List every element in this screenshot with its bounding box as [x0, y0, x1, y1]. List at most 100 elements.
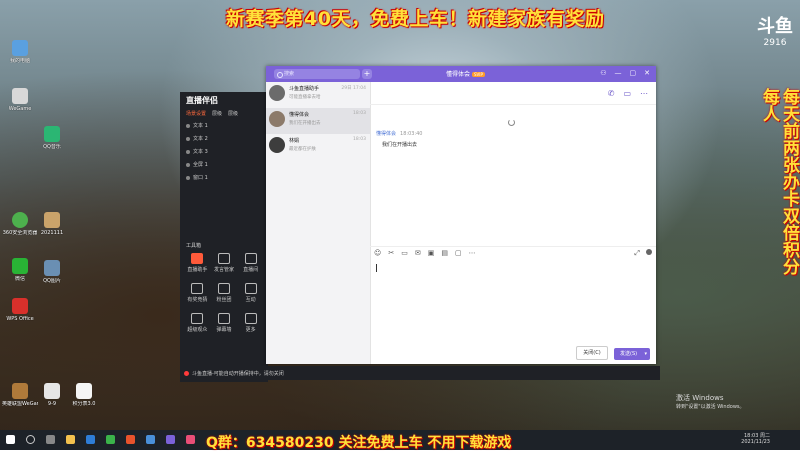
tool-item[interactable]: 粉丝团 — [211, 283, 238, 303]
app-icon[interactable] — [186, 435, 195, 444]
more-tools-icon[interactable]: ⋯ — [469, 249, 476, 257]
toolbox-title: 工具箱 — [186, 243, 202, 249]
qq-chat-window: 搜索 + 懂得体会 SVIP ⚇ — ▢ ✕ 斗鱼直播助手 可能直播拿去哈 29日 … — [266, 66, 656, 364]
tool-item[interactable]: 超级观众 — [184, 313, 211, 333]
message-text: 我们在开播出去 — [382, 142, 418, 148]
file-icon[interactable]: ▭ — [401, 249, 408, 257]
desktop-icon[interactable]: WPS Office — [2, 298, 38, 322]
tab-scene[interactable]: 场景设置 — [186, 110, 206, 117]
mail-icon[interactable]: ✉ — [415, 249, 421, 257]
tool-item[interactable]: 发言管家 — [211, 253, 238, 273]
conversation-item[interactable]: 斗鱼直播助手 可能直播拿去哈 29日 17:04 — [266, 82, 370, 108]
app-icon[interactable] — [106, 435, 115, 444]
history-icon[interactable]: ▤ — [441, 249, 448, 257]
add-button[interactable]: + — [362, 69, 372, 79]
chat-title: 懂得体会 SVIP — [446, 71, 485, 78]
tool-item[interactable]: 互动 — [237, 283, 264, 303]
tool-item[interactable]: 弹幕墙 — [211, 313, 238, 333]
desktop-icon[interactable]: 9-9 — [34, 383, 70, 407]
video-icon[interactable]: ▭ — [623, 89, 631, 98]
screenshot-icon[interactable]: ✂ — [388, 249, 394, 257]
file-explorer-icon[interactable] — [66, 435, 75, 444]
screen-icon[interactable]: ▢ — [455, 249, 462, 257]
message-input[interactable] — [376, 264, 377, 272]
message-sender: 懂得体会 — [376, 131, 397, 137]
tool-item[interactable]: 直播间 — [237, 253, 264, 273]
desktop-icon[interactable]: QQ音乐 — [34, 126, 70, 150]
tab-layer-2[interactable]: 层级 — [228, 110, 238, 117]
app-icon[interactable] — [126, 435, 135, 444]
more-icon[interactable]: ⋯ — [640, 89, 648, 98]
system-clock[interactable]: 18:03 周二 2021/11/23 — [741, 433, 770, 445]
room-number: 2916 — [763, 38, 787, 48]
layer-item[interactable]: 全屏 1 — [180, 158, 268, 171]
conversation-item[interactable]: 懂得体会 我们在开播出去 18:03 — [266, 108, 370, 134]
app-icon[interactable] — [146, 435, 155, 444]
chat-pane: ✆ ▭ ⋯ 懂得体会 18:03:40 我们在开播出去 ☺ ✂ ▭ ✉ ▣ ▤ ▢… — [370, 82, 656, 364]
eye-icon[interactable] — [186, 136, 190, 141]
desktop-icon[interactable]: 微信 — [2, 258, 38, 282]
record-icon[interactable] — [646, 249, 652, 255]
chevron-down-icon[interactable]: ▾ — [644, 348, 647, 360]
conversation-item[interactable]: 林娟 最近都在护肤 18:03 — [266, 134, 370, 160]
desktop-icon[interactable]: 积分表3.0 — [66, 383, 102, 407]
send-button[interactable]: 发送(S) ▾ — [614, 348, 650, 360]
live-indicator-icon — [184, 370, 189, 376]
desktop-icon[interactable]: 360安全浏览器 — [2, 212, 38, 236]
task-view-icon[interactable] — [46, 435, 55, 444]
qq-titlebar: 搜索 + 懂得体会 SVIP ⚇ — ▢ ✕ — [266, 66, 656, 82]
tool-item[interactable]: 更多 — [237, 313, 264, 333]
layer-item[interactable]: 文本 1 — [180, 119, 268, 132]
tool-item[interactable]: 直播助手 — [184, 253, 211, 273]
avatar — [269, 137, 285, 153]
windows-activation-watermark: 激活 Windows 转到"设置"以激活 Windows。 — [676, 394, 745, 410]
close-button[interactable]: ✕ — [644, 69, 650, 77]
layer-item[interactable]: 窗口 1 — [180, 171, 268, 184]
maximize-button[interactable]: ▢ — [630, 69, 637, 77]
tab-layer[interactable]: 层级 — [212, 110, 222, 117]
chat-message: 懂得体会 18:03:40 我们在开播出去 — [376, 130, 422, 148]
eye-icon[interactable] — [186, 123, 190, 128]
phone-icon[interactable]: ✆ — [608, 89, 615, 98]
search-input[interactable]: 搜索 — [274, 69, 360, 79]
live-status-bar: 斗鱼直播-可能自动开播保持中，请勿关闭 — [180, 366, 660, 380]
layer-item[interactable]: 文本 2 — [180, 132, 268, 145]
bottom-promo-banner: Q群：634580230 关注免费上车 不用下载游戏 — [206, 435, 512, 451]
desktop-icon[interactable]: WeGame — [2, 88, 38, 112]
expand-icon[interactable]: ⤢ — [634, 249, 640, 258]
minimize-button[interactable]: — — [615, 69, 622, 77]
close-chat-button[interactable]: 关闭(C) — [576, 346, 608, 360]
pin-icon[interactable]: ⚇ — [600, 69, 606, 77]
emoji-icon[interactable]: ☺ — [374, 249, 381, 257]
desktop-icon[interactable]: 2021111 — [34, 212, 70, 236]
desktop-icon[interactable]: QQ图片 — [34, 260, 70, 284]
input-toolbar: ☺ ✂ ▭ ✉ ▣ ▤ ▢ ⋯ ⤢ — [370, 246, 656, 258]
avatar — [269, 111, 285, 127]
eye-icon[interactable] — [186, 175, 190, 180]
layer-item[interactable]: 文本 3 — [180, 145, 268, 158]
douyu-logo: 斗鱼 2916 — [756, 12, 794, 58]
start-icon[interactable] — [6, 435, 15, 444]
top-promo-banner: 新赛季第40天，免费上车！新建家族有奖励 — [226, 8, 605, 30]
image-icon[interactable]: ▣ — [428, 249, 435, 257]
eye-icon[interactable] — [186, 162, 190, 167]
side-promo-banner: 每天前两张办卡双倍积分 — [779, 88, 799, 275]
loading-spinner-icon — [508, 119, 515, 126]
live-companion-panel: 直播伴侣 场景设置 层级 层级 文本 1 文本 2 文本 3 全屏 1 窗口 1… — [180, 92, 268, 382]
conversation-list: 斗鱼直播助手 可能直播拿去哈 29日 17:04 懂得体会 我们在开播出去 18:0… — [266, 82, 371, 364]
search-icon[interactable] — [26, 435, 35, 444]
panel-title: 直播伴侣 — [186, 95, 218, 105]
app-icon[interactable] — [166, 435, 175, 444]
chat-header: ✆ ▭ ⋯ — [370, 82, 656, 105]
eye-icon[interactable] — [186, 149, 190, 154]
toolbox: 工具箱 直播助手 发言管家 直播间 有奖竞猜 粉丝团 互动 超级观众 弹幕墙 更… — [180, 242, 268, 337]
search-icon — [277, 72, 283, 78]
avatar — [269, 85, 285, 101]
desktop-icon[interactable]: 我的电脑 — [2, 40, 38, 64]
tool-item[interactable]: 有奖竞猜 — [184, 283, 211, 303]
message-time: 18:03:40 — [400, 131, 423, 137]
svip-badge: SVIP — [472, 72, 485, 77]
desktop-icon[interactable]: 英雄联盟WeGame — [2, 383, 38, 407]
logo-text: 斗鱼 — [757, 16, 793, 37]
edge-icon[interactable] — [86, 435, 95, 444]
